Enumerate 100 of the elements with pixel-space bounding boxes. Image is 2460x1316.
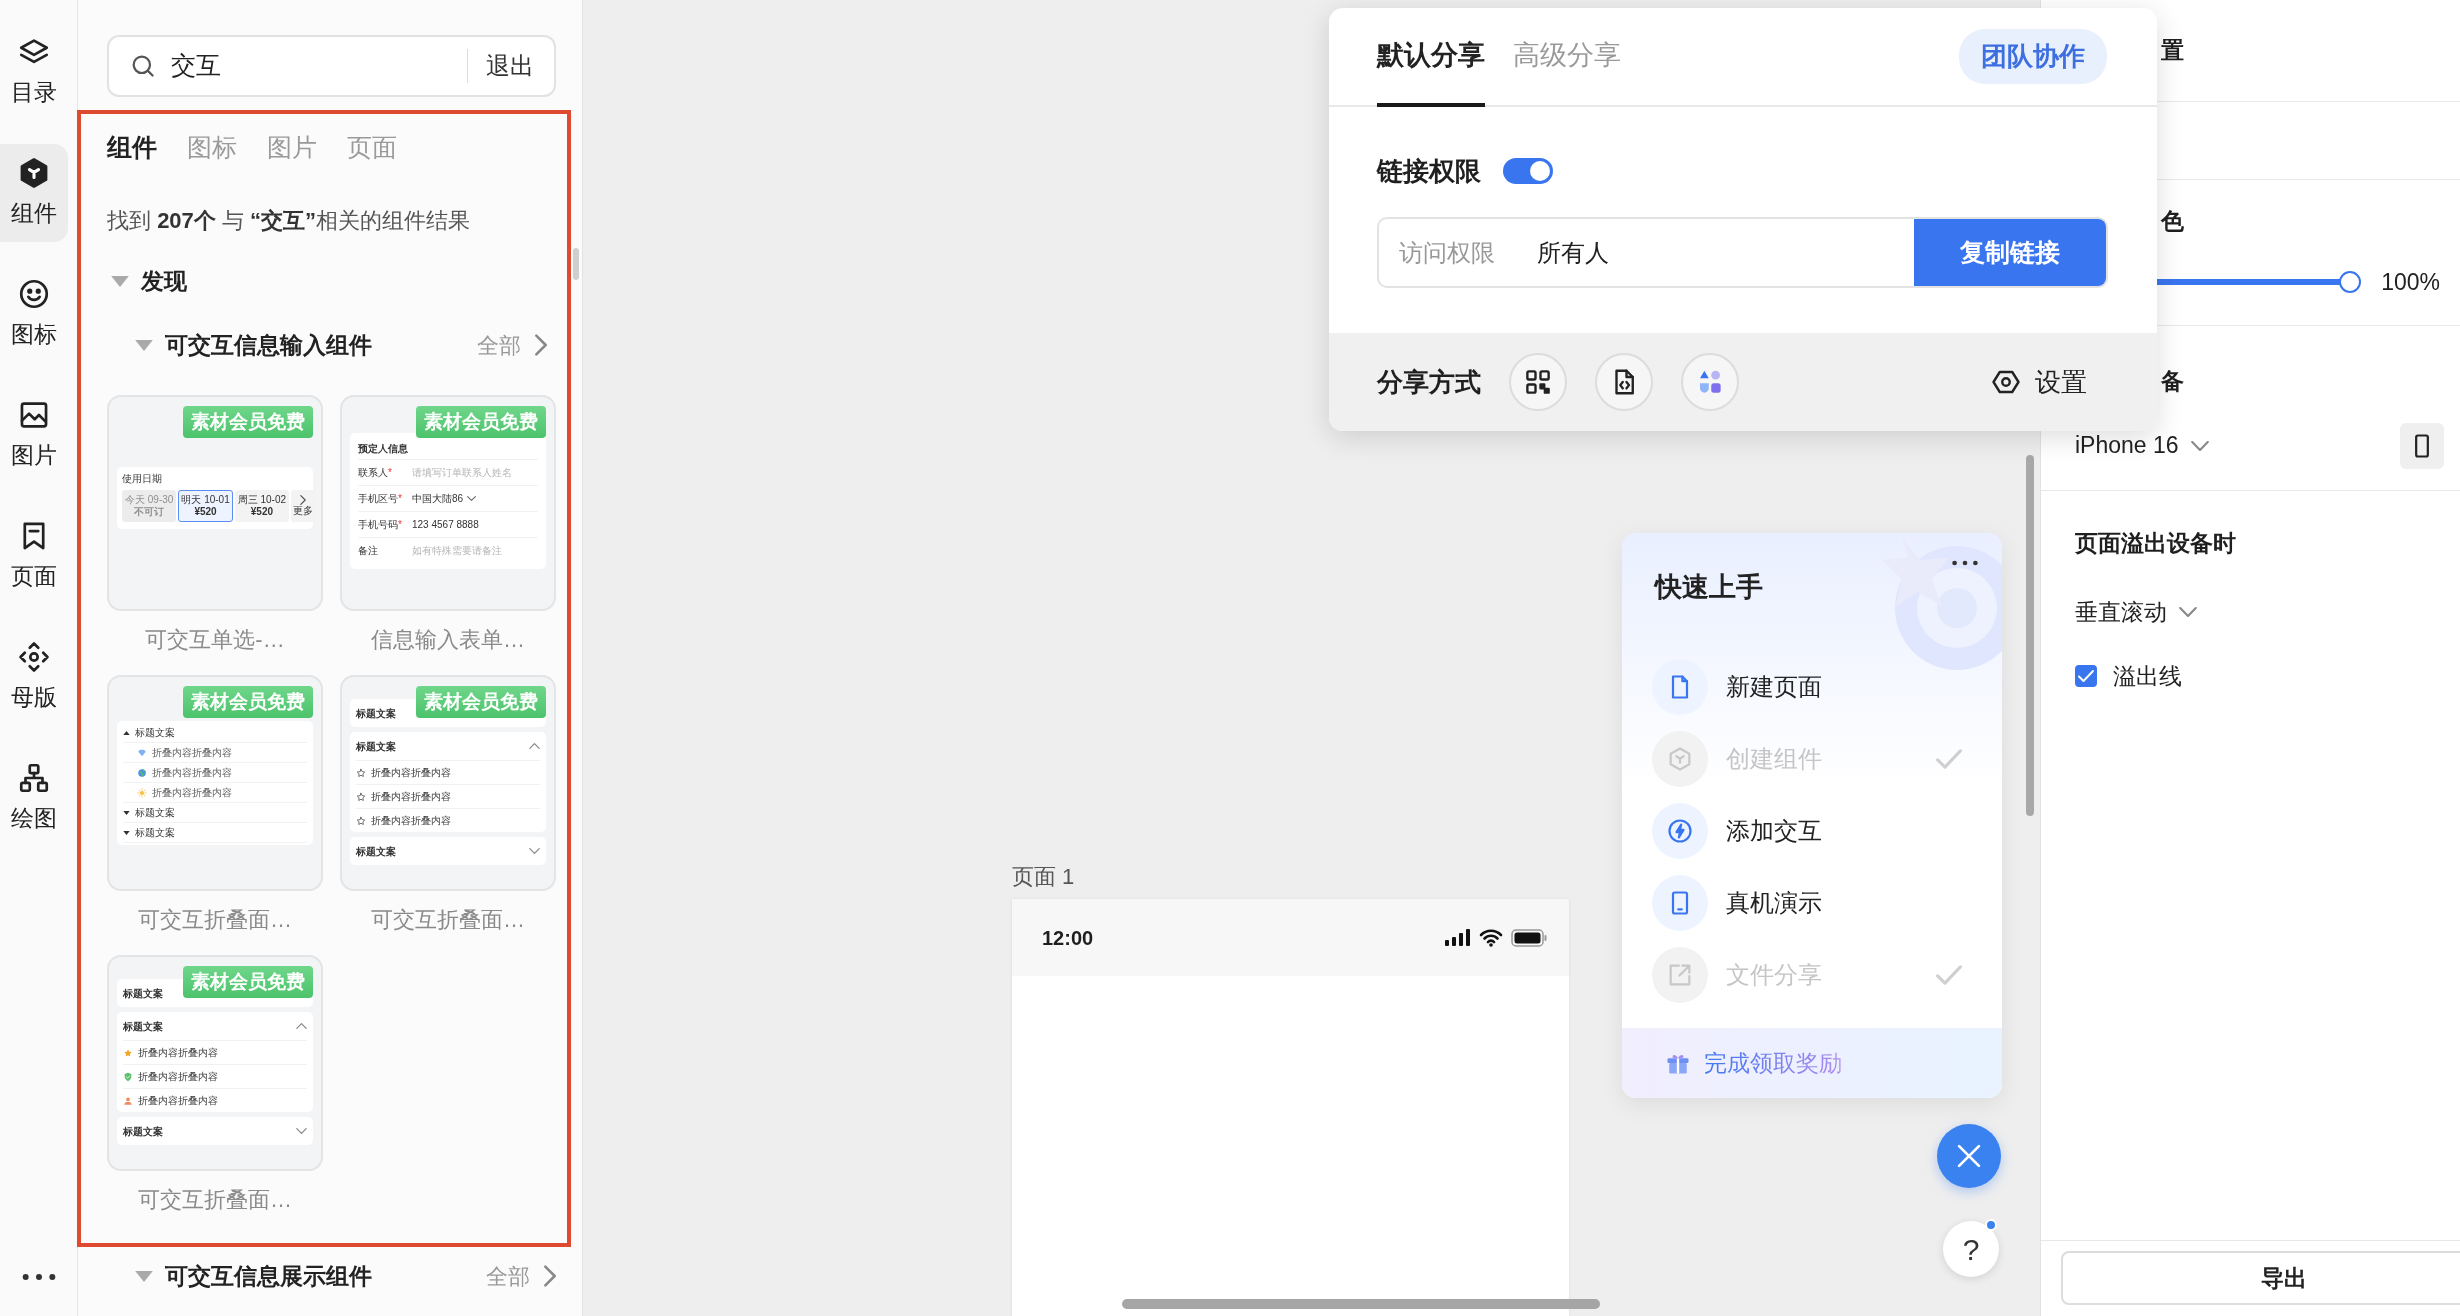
preview-heading: 使用日期: [122, 473, 163, 485]
orientation-button[interactable]: [2400, 422, 2444, 469]
category-tab[interactable]: 组件: [107, 130, 157, 164]
panel-item-label: 折叠内容折叠内容: [371, 790, 451, 804]
field-value: 123 4567 8888: [412, 518, 479, 532]
panel-item-label: 折叠内容折叠内容: [138, 1046, 218, 1060]
share-tab[interactable]: 默认分享: [1377, 8, 1485, 107]
checkbox-label: 溢出线: [2113, 662, 2182, 691]
rail-item[interactable]: 母版: [0, 628, 68, 726]
permission-label: 链接权限: [1377, 154, 1481, 188]
settings-button[interactable]: 设置: [1991, 362, 2087, 402]
panel-item-label: 折叠内容折叠内容: [371, 766, 451, 780]
help-button[interactable]: ?: [1943, 1221, 1999, 1277]
triangle-icon[interactable]: [135, 1270, 153, 1282]
caret-icon: [467, 496, 477, 501]
panel-title: 标题文案: [356, 844, 396, 859]
search-field[interactable]: 交互 退出: [107, 35, 556, 97]
result-summary: 找到 207个 与 “交互”相关的组件结果: [107, 207, 472, 235]
scrollbar-thumb[interactable]: [1122, 1299, 1600, 1309]
triangle-icon[interactable]: [135, 339, 153, 351]
date-option: 今天 09-30 不可订: [122, 490, 177, 522]
star-icon: [356, 767, 366, 778]
check-icon: [2078, 670, 2094, 683]
panel-title: 标题文案: [123, 986, 163, 1001]
exit-button[interactable]: 退出: [480, 48, 540, 84]
date-option: 明天 10-01 ¥520: [178, 490, 233, 522]
caret-icon: [2179, 606, 2197, 617]
page-label: 页面 1: [1012, 863, 1075, 891]
task-link[interactable]: 新建页面: [1726, 669, 1962, 705]
component-card[interactable]: 素材会员免费 标题文案 折叠内容折叠内容 折叠内容折叠内容 折叠内容折叠内容 标题文案 标题文案: [107, 675, 323, 891]
star-icon: [123, 1047, 133, 1058]
component-card[interactable]: 素材会员免费 标题文案 标题文案 折叠内容折叠内容 折叠内容折叠内容 折叠内容折叠内容 标题文案: [107, 955, 323, 1171]
diamond-icon: [137, 747, 147, 758]
access-label: 访问权限: [1398, 237, 1496, 268]
field-label: 手机号码*: [358, 518, 403, 532]
card-title: 快速上手: [1655, 570, 1763, 604]
preview-heading: 预定人信息: [358, 442, 409, 456]
member-badge: 素材会员免费: [183, 686, 313, 718]
task-link[interactable]: 添加交互: [1726, 813, 1962, 849]
team-button[interactable]: 团队协作: [1959, 29, 2107, 84]
access-dropdown[interactable]: 所有人: [1537, 234, 1914, 271]
checkbox[interactable]: [2075, 665, 2097, 688]
panel-title: 标题文案: [123, 1019, 163, 1034]
group-label: 发现: [141, 266, 187, 296]
copy-link-button[interactable]: 复制链接: [1914, 219, 2106, 286]
export-button[interactable]: 导出: [2061, 1251, 2460, 1305]
rail-item[interactable]: 目录: [0, 23, 68, 121]
toggle-switch[interactable]: [1503, 158, 1553, 184]
member-badge: 素材会员免费: [416, 686, 546, 718]
bolt-icon: [1666, 817, 1694, 845]
opacity-value: 100%: [2381, 267, 2440, 297]
component-card[interactable]: 素材会员免费 标题文案 标题文案 折叠内容折叠内容 折叠内容折叠内容 折叠内容折叠内容 标题文案: [340, 675, 556, 891]
device-dropdown[interactable]: iPhone 16: [2075, 428, 2209, 463]
task-link[interactable]: 真机演示: [1726, 885, 1962, 921]
tree-node-label: 标题文案: [135, 826, 175, 840]
card-title: 可交互单选-…: [144, 626, 286, 654]
rail-item[interactable]: 图标: [0, 265, 68, 363]
wifi-icon: [1479, 928, 1503, 947]
close-button[interactable]: [1937, 1124, 2001, 1188]
circle-arrows-icon: [17, 639, 51, 674]
panel-title: 标题文案: [356, 706, 396, 721]
tree-node-label: 折叠内容折叠内容: [152, 786, 232, 800]
check-icon: [1936, 749, 1962, 769]
scrollbar-thumb[interactable]: [2026, 455, 2034, 816]
tree-node-label: 标题文案: [135, 806, 175, 820]
slider-thumb[interactable]: [2339, 270, 2362, 293]
caret-icon: [2190, 440, 2209, 451]
scroll-mode-dropdown[interactable]: 垂直滚动: [2075, 594, 2197, 629]
scrollbar-thumb[interactable]: [573, 248, 579, 280]
panel-item-label: 折叠内容折叠内容: [371, 814, 451, 828]
rail-item[interactable]: 绘图: [0, 749, 68, 847]
rail-item[interactable]: 页面: [0, 507, 68, 605]
qr-code-icon: [1523, 367, 1553, 397]
more-icon[interactable]: [1952, 559, 1978, 567]
status-time: 12:00: [1042, 925, 1094, 951]
rail-item[interactable]: 图片: [0, 386, 68, 484]
section-title: 备: [2161, 367, 2184, 396]
chevron-right-icon: [300, 495, 307, 505]
star-icon: [356, 791, 366, 802]
field-value: 中国大陆86: [412, 492, 464, 506]
triangle-icon[interactable]: [111, 275, 129, 287]
card-title: 可交互折叠面…: [137, 1186, 293, 1214]
sun-icon: [137, 787, 147, 798]
person-icon: [123, 1095, 133, 1106]
field-label: 备注: [358, 544, 379, 558]
battery-icon: [1511, 928, 1547, 947]
rail-item[interactable]: 组件: [0, 144, 68, 242]
card-title: 可交互折叠面…: [137, 906, 293, 934]
member-badge: 素材会员免费: [183, 406, 313, 438]
section-title: 页面溢出设备时: [2075, 529, 2237, 558]
more-option: 更多: [291, 490, 316, 522]
tree-node-label: 折叠内容折叠内容: [152, 766, 232, 780]
card-title: 信息输入表单…: [370, 626, 526, 654]
tree-node-label: 折叠内容折叠内容: [152, 746, 232, 760]
globe-icon: [137, 767, 147, 778]
panel-item-label: 折叠内容折叠内容: [138, 1070, 218, 1084]
more-icon[interactable]: [21, 1272, 56, 1282]
field-label: 手机区号*: [358, 492, 403, 506]
panel-item-label: 折叠内容折叠内容: [138, 1094, 218, 1108]
section-title: 可交互信息展示组件: [165, 1261, 373, 1291]
